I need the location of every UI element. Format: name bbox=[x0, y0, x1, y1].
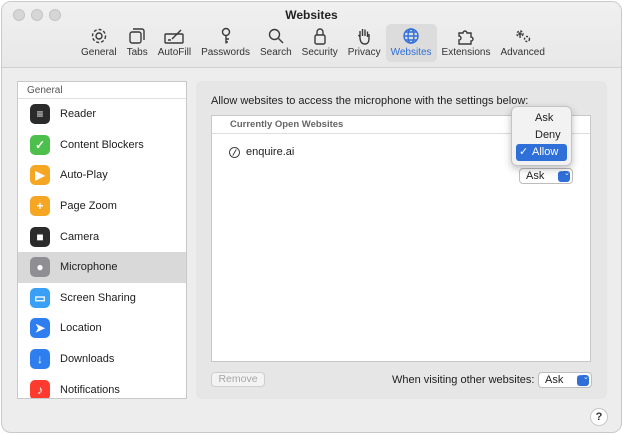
search-icon bbox=[268, 28, 284, 44]
globe-icon bbox=[403, 28, 419, 44]
window-title: Websites bbox=[285, 8, 338, 22]
sidebar-item-label: Downloads bbox=[60, 353, 115, 366]
panel-description: Allow websites to access the microphone … bbox=[211, 95, 529, 107]
microphone-icon: ● bbox=[30, 257, 50, 278]
other-websites-popup[interactable]: Ask ⌃⌄ bbox=[538, 372, 592, 388]
sidebar-item-label: Notifications bbox=[60, 383, 120, 396]
camera-icon: ■ bbox=[30, 226, 50, 247]
autoplay-icon: ▶ bbox=[30, 165, 50, 186]
menu-item-label: Allow bbox=[532, 146, 559, 158]
tab-label: Privacy bbox=[347, 47, 381, 58]
table-row[interactable]: enquire.ai bbox=[229, 146, 294, 158]
menu-item-ask[interactable]: Ask bbox=[516, 110, 567, 127]
tab-security[interactable]: Security bbox=[297, 24, 343, 62]
remove-button[interactable]: Remove bbox=[211, 372, 265, 387]
tab-label: Websites bbox=[390, 47, 432, 58]
sidebar-item-label: Auto-Play bbox=[60, 169, 108, 182]
screen-sharing-icon: ▭ bbox=[30, 287, 50, 308]
location-icon: ➤ bbox=[30, 318, 50, 339]
sidebar-item-notifications[interactable]: ♪ Notifications bbox=[18, 374, 186, 398]
sidebar: General ≡ Reader ✓ Content Blockers ▶ Au… bbox=[17, 81, 187, 399]
tab-passwords[interactable]: Passwords bbox=[196, 24, 255, 62]
sidebar-item-screen-sharing[interactable]: ▭ Screen Sharing bbox=[18, 283, 186, 314]
tab-label: Passwords bbox=[201, 47, 250, 58]
content-blockers-icon: ✓ bbox=[30, 134, 50, 155]
tab-advanced[interactable]: Advanced bbox=[495, 24, 549, 62]
zoom-icon: + bbox=[30, 196, 50, 217]
site-permission-popup[interactable]: Ask ⌃⌄ bbox=[519, 168, 573, 184]
notifications-icon: ♪ bbox=[30, 379, 50, 398]
tab-tabs[interactable]: Tabs bbox=[122, 24, 153, 62]
sidebar-item-camera[interactable]: ■ Camera bbox=[18, 221, 186, 252]
sidebar-item-label: Page Zoom bbox=[60, 200, 117, 213]
tab-websites[interactable]: Websites bbox=[385, 24, 437, 62]
tab-label: Search bbox=[259, 47, 292, 58]
chevron-updown-icon: ⌃⌄ bbox=[577, 374, 589, 386]
tab-search[interactable]: Search bbox=[255, 24, 297, 62]
sidebar-header: General bbox=[18, 82, 186, 99]
checkmark-icon: ✓ bbox=[519, 146, 529, 158]
popup-value: Ask bbox=[526, 170, 545, 182]
sidebar-item-microphone[interactable]: ● Microphone bbox=[18, 251, 186, 283]
tab-label: Security bbox=[301, 47, 338, 58]
tab-label: General bbox=[81, 47, 117, 58]
tab-label: AutoFill bbox=[157, 47, 192, 58]
tab-label: Tabs bbox=[126, 47, 148, 58]
sidebar-item-label: Camera bbox=[60, 230, 100, 243]
lock-icon bbox=[314, 28, 326, 45]
sidebar-item-auto-play[interactable]: ▶ Auto-Play bbox=[18, 160, 186, 191]
sidebar-item-label: Content Blockers bbox=[60, 138, 144, 151]
gears-icon bbox=[515, 30, 530, 43]
tab-privacy[interactable]: Privacy bbox=[343, 24, 386, 62]
tabs-icon bbox=[129, 28, 145, 44]
menu-item-allow[interactable]: ✓ Allow bbox=[516, 144, 567, 161]
puzzle-icon bbox=[458, 30, 474, 45]
sidebar-item-location[interactable]: ➤ Location bbox=[18, 313, 186, 344]
permission-dropdown-menu: Ask Deny ✓ Allow bbox=[511, 106, 572, 166]
sidebar-item-content-blockers[interactable]: ✓ Content Blockers bbox=[18, 130, 186, 161]
downloads-icon: ↓ bbox=[30, 349, 50, 370]
tab-label: Extensions bbox=[441, 47, 491, 58]
chevron-updown-icon: ⌃⌄ bbox=[558, 170, 570, 182]
sidebar-item-page-zoom[interactable]: + Page Zoom bbox=[18, 191, 186, 222]
tab-extensions[interactable]: Extensions bbox=[437, 24, 496, 62]
pencil-form-icon bbox=[164, 29, 185, 44]
sidebar-item-label: Microphone bbox=[60, 261, 118, 274]
sidebar-item-downloads[interactable]: ↓ Downloads bbox=[18, 344, 186, 375]
hand-icon bbox=[358, 29, 370, 45]
preferences-toolbar: General Tabs AutoFill Passwords Search S… bbox=[76, 24, 550, 62]
tab-autofill[interactable]: AutoFill bbox=[153, 24, 196, 62]
help-button[interactable]: ? bbox=[590, 408, 608, 426]
title-bar: Websites General Tabs AutoFill Passwords… bbox=[2, 2, 621, 68]
gear-icon bbox=[91, 28, 106, 44]
menu-item-deny[interactable]: Deny bbox=[516, 127, 567, 144]
popup-value: Ask bbox=[545, 374, 564, 386]
tab-label: Advanced bbox=[500, 47, 545, 58]
reader-icon: ≡ bbox=[30, 104, 50, 125]
other-websites-label: When visiting other websites: bbox=[392, 374, 535, 386]
sidebar-item-label: Location bbox=[60, 322, 102, 335]
sidebar-item-label: Reader bbox=[60, 108, 97, 121]
sidebar-item-label: Screen Sharing bbox=[60, 291, 136, 304]
tab-general[interactable]: General bbox=[76, 24, 122, 62]
sidebar-item-reader[interactable]: ≡ Reader bbox=[18, 99, 186, 130]
site-globe-icon bbox=[229, 146, 240, 158]
key-icon bbox=[221, 27, 230, 44]
site-name: enquire.ai bbox=[246, 146, 295, 158]
